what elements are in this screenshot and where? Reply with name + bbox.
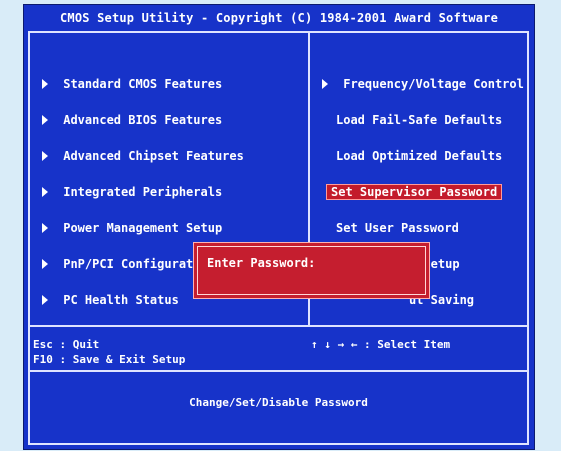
menu-pnp-pci-configurations[interactable]: PnP/PCI Configurati [42, 256, 201, 272]
menu-advanced-chipset-features[interactable]: Advanced Chipset Features [42, 148, 244, 164]
submenu-arrow-icon [42, 115, 48, 125]
menu-integrated-peripherals[interactable]: Integrated Peripherals [42, 184, 222, 200]
menu-set-user-password[interactable]: Set User Password [336, 220, 459, 236]
menu-load-fail-safe-defaults[interactable]: Load Fail-Safe Defaults [336, 112, 502, 128]
submenu-arrow-icon [42, 295, 48, 305]
submenu-arrow-icon [42, 187, 48, 197]
menu-item-label: PnP/PCI Configurati [63, 257, 201, 271]
bios-title: CMOS Setup Utility - Copyright (C) 1984-… [59, 11, 499, 25]
submenu-arrow-icon [322, 79, 328, 89]
password-dialog-inner-border [197, 246, 426, 295]
help-f10-save-exit: F10 : Save & Exit Setup [33, 353, 186, 366]
menu-item-label: Load Fail-Safe Defaults [336, 113, 503, 127]
submenu-arrow-icon [42, 79, 48, 89]
menu-item-label: Integrated Peripherals [63, 185, 223, 199]
menu-item-label: PC Health Status [63, 293, 179, 307]
menu-item-label: Advanced Chipset Features [63, 149, 244, 163]
menu-load-optimized-defaults[interactable]: Load Optimized Defaults [336, 148, 502, 164]
menu-advanced-bios-features[interactable]: Advanced BIOS Features [42, 112, 222, 128]
menu-item-label: Advanced BIOS Features [63, 113, 223, 127]
menu-item-label: Load Optimized Defaults [336, 149, 503, 163]
menu-frequency-voltage-control[interactable]: Frequency/Voltage Control [322, 76, 524, 92]
menu-standard-cmos-features[interactable]: Standard CMOS Features [42, 76, 222, 92]
menu-pc-health-status[interactable]: PC Health Status [42, 292, 179, 308]
password-dialog[interactable]: Enter Password: [193, 242, 430, 299]
bios-screen: CMOS Setup Utility - Copyright (C) 1984-… [23, 4, 535, 450]
submenu-arrow-icon [42, 259, 48, 269]
menu-help-divider [30, 325, 527, 327]
help-status-divider [30, 370, 527, 372]
bios-main-frame: Standard CMOS Features Advanced BIOS Fea… [28, 31, 529, 445]
menu-item-label: Set User Password [336, 221, 459, 235]
menu-item-label: Standard CMOS Features [63, 77, 223, 91]
help-select-item: ↑ ↓ → ← : Select Item [311, 338, 451, 351]
menu-power-management-setup[interactable]: Power Management Setup [42, 220, 222, 236]
menu-set-supervisor-password[interactable]: Set Supervisor Password [326, 184, 503, 200]
submenu-arrow-icon [42, 223, 48, 233]
selected-menu-item-label: Set Supervisor Password [326, 184, 503, 200]
submenu-arrow-icon [42, 151, 48, 161]
help-escape-quit: Esc : Quit [33, 338, 100, 351]
status-help-text: Change/Set/Disable Password [189, 396, 368, 409]
menu-item-label: Power Management Setup [63, 221, 223, 235]
menu-item-label: Frequency/Voltage Control [343, 77, 524, 91]
password-prompt-label: Enter Password: [207, 256, 316, 270]
